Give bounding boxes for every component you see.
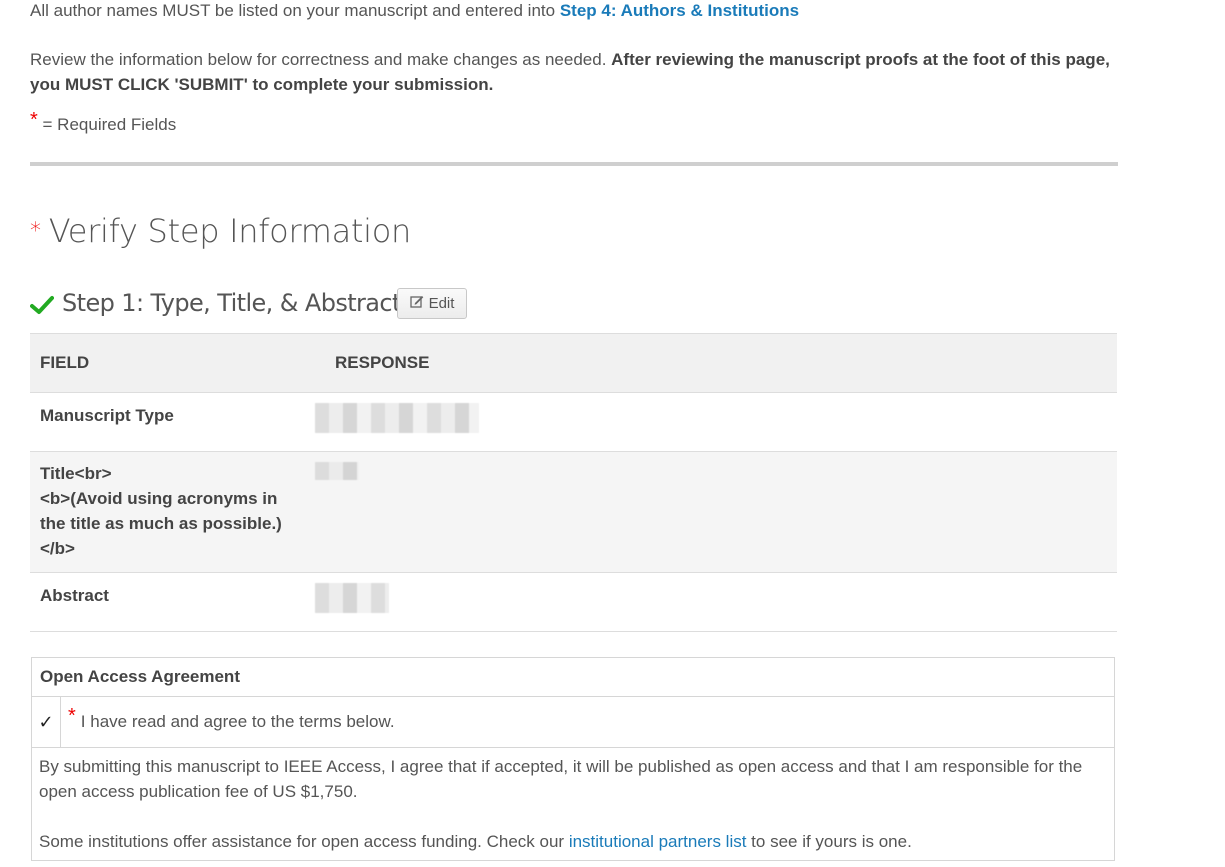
table-header-row: FIELD RESPONSE (30, 333, 1117, 393)
redacted-value (315, 403, 479, 433)
verify-heading: * Verify Step Information (30, 212, 412, 250)
agree-row: ✓ * I have read and agree to the terms b… (32, 697, 1114, 748)
redacted-value (315, 462, 359, 480)
open-access-terms: By submitting this manuscript to IEEE Ac… (32, 748, 1114, 860)
agree-label: * I have read and agree to the terms bel… (68, 704, 395, 732)
edit-step1-button[interactable]: Edit (397, 288, 467, 319)
field-column-header: FIELD (30, 333, 305, 393)
response-manuscript-type (305, 392, 1117, 452)
open-access-heading: Open Access Agreement (32, 658, 1114, 697)
field-title: Title<br> <b>(Avoid using acronyms in th… (30, 451, 305, 573)
required-star: * (30, 219, 41, 244)
redacted-value (315, 583, 389, 613)
table-row: Title<br> <b>(Avoid using acronyms in th… (30, 451, 1117, 573)
divider (30, 162, 1118, 166)
required-star: * (68, 704, 76, 727)
response-title (305, 451, 1117, 573)
field-abstract: Abstract (30, 572, 305, 632)
institutional-partners-link[interactable]: institutional partners list (569, 832, 747, 851)
checkmark-icon (30, 293, 54, 314)
response-abstract (305, 572, 1117, 632)
response-column-header: RESPONSE (305, 333, 1117, 393)
step4-authors-link[interactable]: Step 4: Authors & Institutions (560, 1, 799, 20)
step1-table: FIELD RESPONSE Manuscript Type Title<br>… (30, 333, 1117, 632)
required-star: * (30, 109, 38, 131)
edit-icon (409, 295, 424, 312)
table-row: Abstract (30, 572, 1117, 632)
table-row: Manuscript Type (30, 392, 1117, 452)
step1-heading: Step 1: Type, Title, & Abstract (30, 289, 401, 317)
funding-paragraph: Some institutions offer assistance for o… (39, 832, 912, 851)
agree-checkbox[interactable]: ✓ (32, 697, 61, 747)
authors-note: All author names MUST be listed on your … (30, 1, 800, 20)
field-manuscript-type: Manuscript Type (30, 392, 305, 452)
review-instructions: Review the information below for correct… (30, 50, 1110, 94)
fee-paragraph: By submitting this manuscript to IEEE Ac… (39, 757, 1083, 801)
required-legend: * = Required Fields (30, 109, 177, 134)
open-access-panel: Open Access Agreement ✓ * I have read an… (31, 657, 1115, 861)
